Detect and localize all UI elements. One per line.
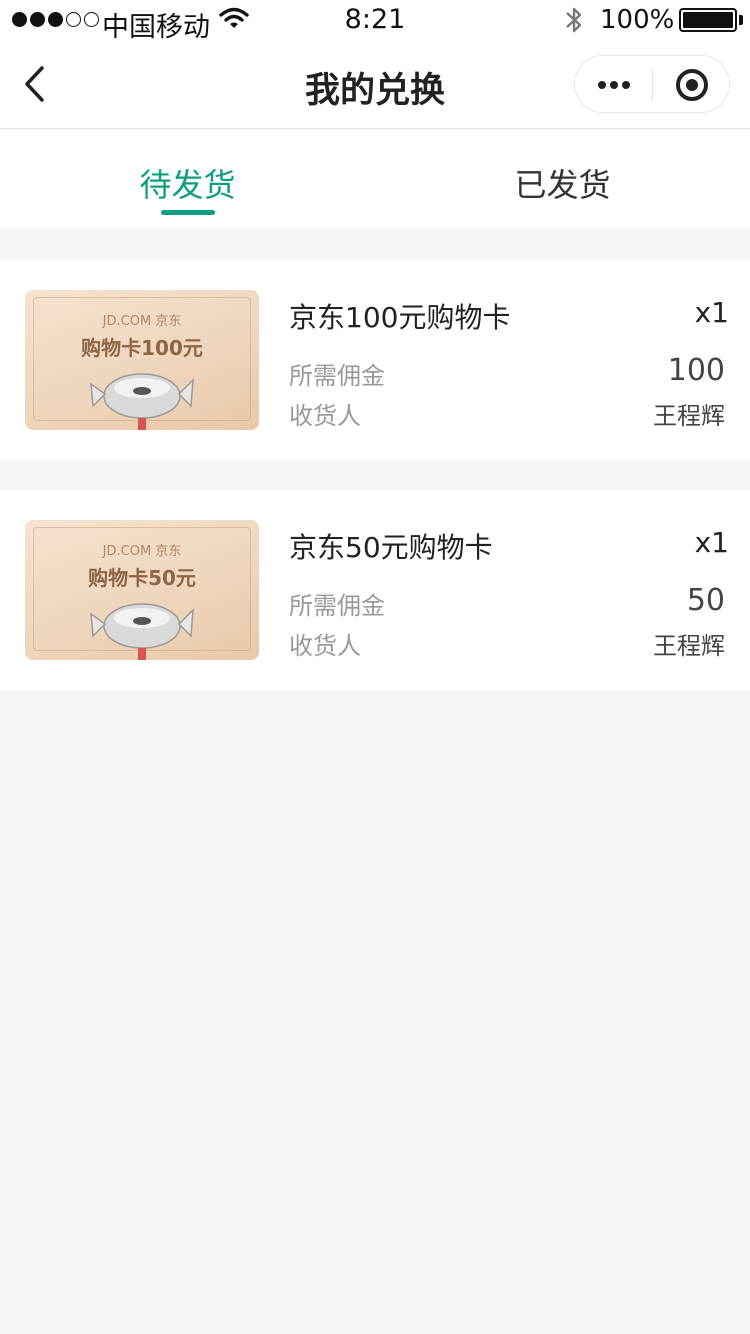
product-quantity: x1: [694, 296, 729, 329]
close-target-core: [686, 79, 698, 91]
close-mini-program-button[interactable]: [653, 56, 731, 114]
more-dots-icon: [622, 81, 630, 89]
order-card[interactable]: JD.COM 京东 购物卡50元 京东50元购物卡 x1 所需佣金 50 收货人…: [0, 490, 750, 690]
bluetooth-icon: [566, 7, 582, 33]
product-name: 京东100元购物卡: [289, 301, 511, 334]
jd-mascot-icon: [90, 373, 194, 430]
gift-card-image: JD.COM 京东 购物卡50元: [25, 520, 259, 660]
battery-percentage: 100%: [600, 5, 675, 35]
tab-label: 已发货: [514, 166, 611, 204]
gift-card-label: 购物卡50元: [88, 566, 196, 590]
more-options-button[interactable]: [575, 56, 653, 114]
tab-label: 待发货: [139, 166, 236, 204]
gift-card-brand: JD.COM 京东: [102, 544, 182, 559]
receiver-label: 收货人: [289, 632, 361, 660]
commission-label: 所需佣金: [289, 592, 385, 620]
commission-value: 100: [667, 353, 725, 388]
status-bar: 中国移动 8:21 100%: [0, 0, 750, 43]
receiver-value: 王程辉: [653, 402, 725, 430]
battery-nub: [739, 15, 743, 25]
product-name: 京东50元购物卡: [289, 531, 493, 564]
commission-value: 50: [686, 583, 725, 618]
product-quantity: x1: [694, 526, 729, 559]
order-card[interactable]: JD.COM 京东 购物卡100元 京东100元购物卡 x1 所需佣金 100 …: [0, 260, 750, 460]
gift-card-brand: JD.COM 京东: [102, 314, 182, 329]
receiver-label: 收货人: [289, 402, 361, 430]
more-dots-icon: [610, 81, 618, 89]
tab-shipped[interactable]: 已发货: [375, 130, 750, 229]
tab-pending-shipment[interactable]: 待发货: [0, 130, 375, 229]
more-dots-icon: [598, 81, 606, 89]
battery-icon: [679, 8, 737, 32]
tab-bar: 待发货 已发货: [0, 130, 750, 229]
navigation-bar: 我的兑换: [0, 40, 750, 129]
active-tab-indicator: [161, 210, 215, 215]
receiver-value: 王程辉: [653, 632, 725, 660]
jd-mascot-icon: [90, 603, 194, 660]
commission-label: 所需佣金: [289, 362, 385, 390]
gift-card-label: 购物卡100元: [81, 336, 203, 360]
mini-program-capsule: [574, 55, 730, 113]
gift-card-image: JD.COM 京东 购物卡100元: [25, 290, 259, 430]
